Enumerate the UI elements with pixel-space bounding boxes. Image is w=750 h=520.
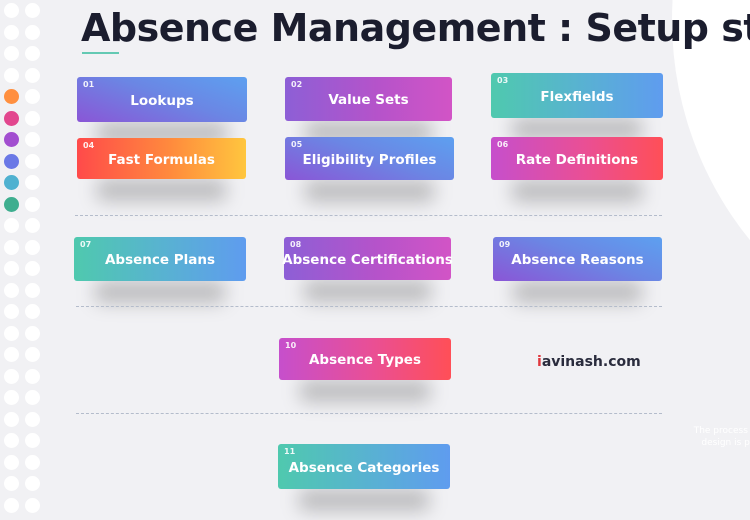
white-dot — [25, 368, 40, 384]
accent-dot — [4, 132, 19, 147]
white-dot — [4, 433, 19, 448]
white-dot — [4, 46, 19, 61]
step-label: Flexfields — [540, 88, 614, 105]
step-absence-types: 10 Absence Types — [279, 338, 451, 380]
white-dot — [25, 304, 40, 319]
step-label: Eligibility Profiles — [302, 151, 437, 168]
step-number: 10 — [285, 341, 297, 350]
white-dot — [4, 24, 19, 40]
section-divider — [76, 413, 662, 414]
white-dot — [25, 3, 40, 18]
brand-watermark: iavinash.com — [537, 354, 641, 370]
step-absence-reasons: 09 Absence Reasons — [493, 237, 662, 281]
white-dot — [25, 175, 40, 190]
title-underline — [82, 52, 119, 54]
step-label: Absence Certifications — [282, 251, 453, 268]
white-dot — [25, 132, 40, 147]
white-dot — [25, 239, 40, 255]
white-dot — [25, 454, 40, 470]
white-dot — [4, 454, 19, 470]
white-dot — [4, 390, 19, 405]
white-dot — [25, 218, 40, 233]
step-label: Value Sets — [328, 92, 409, 108]
step-absence-certifications: 08 Absence Certifications — [282, 237, 453, 280]
step-label: Lookups — [130, 92, 194, 109]
white-dot — [25, 390, 40, 405]
white-dot — [25, 24, 40, 40]
brand-rest: avinash.com — [541, 354, 641, 370]
faint-caption-line: The process of lo — [693, 426, 750, 436]
white-dot — [25, 153, 40, 169]
white-dot — [4, 261, 19, 276]
white-dot — [25, 46, 40, 61]
step-lookups: 01 Lookups — [77, 77, 247, 122]
white-dot — [25, 196, 40, 212]
background-circle — [672, 0, 750, 370]
white-dot — [4, 347, 19, 362]
step-number: 04 — [83, 141, 95, 150]
step-label: Absence Categories — [288, 459, 440, 476]
faint-caption: The process of lo design is part — [672, 425, 750, 449]
white-dot — [25, 67, 40, 83]
step-number: 05 — [291, 140, 303, 149]
white-dot — [4, 67, 19, 83]
step-number: 11 — [284, 447, 296, 456]
step-number: 06 — [497, 140, 509, 149]
step-number: 01 — [83, 80, 95, 89]
step-absence-plans: 07 Absence Plans — [74, 237, 246, 281]
step-number: 08 — [290, 240, 302, 249]
white-dot — [4, 497, 19, 513]
step-flexfields: 03 Flexfields — [491, 73, 663, 118]
white-dot — [25, 89, 40, 104]
white-dot — [25, 282, 40, 298]
step-fast-formulas: 04 Fast Formulas — [77, 138, 246, 179]
step-number: 03 — [497, 76, 509, 85]
white-dot — [4, 368, 19, 384]
step-label: Absence Plans — [104, 252, 216, 268]
white-dot — [4, 218, 19, 233]
step-eligibility-profiles: 05 Eligibility Profiles — [285, 137, 454, 180]
white-dot — [25, 325, 40, 341]
faint-caption-line: design is part — [701, 438, 750, 448]
step-number: 07 — [80, 240, 92, 249]
white-dot — [25, 347, 40, 362]
step-value-sets: 02 Value Sets — [285, 77, 452, 121]
white-dot — [4, 3, 19, 18]
accent-dot — [4, 89, 19, 104]
white-dot — [25, 110, 40, 126]
white-dot — [25, 433, 40, 448]
white-dot — [25, 261, 40, 276]
white-dot — [4, 282, 19, 298]
step-absence-categories: 11 Absence Categories — [278, 444, 450, 489]
white-dot — [4, 239, 19, 255]
step-rate-definitions: 06 Rate Definitions — [491, 137, 663, 180]
step-number: 09 — [499, 240, 511, 249]
step-label: Absence Types — [308, 352, 422, 368]
step-number: 02 — [291, 80, 303, 89]
step-label: Rate Definitions — [515, 151, 639, 168]
page-title: Absence Management : Setup steps — [81, 6, 750, 50]
white-dot — [4, 325, 19, 341]
accent-dot — [4, 153, 19, 169]
section-divider — [76, 306, 662, 307]
white-dot — [25, 411, 40, 427]
step-label: Fast Formulas — [108, 151, 215, 168]
white-dot — [25, 476, 40, 491]
accent-dot — [4, 196, 19, 212]
section-divider — [75, 215, 662, 216]
step-label: Absence Reasons — [511, 252, 644, 268]
white-dot — [4, 304, 19, 319]
white-dot — [4, 411, 19, 427]
white-dot — [25, 497, 40, 513]
white-dot — [4, 476, 19, 491]
accent-dot — [4, 175, 19, 190]
accent-dot — [4, 110, 19, 126]
